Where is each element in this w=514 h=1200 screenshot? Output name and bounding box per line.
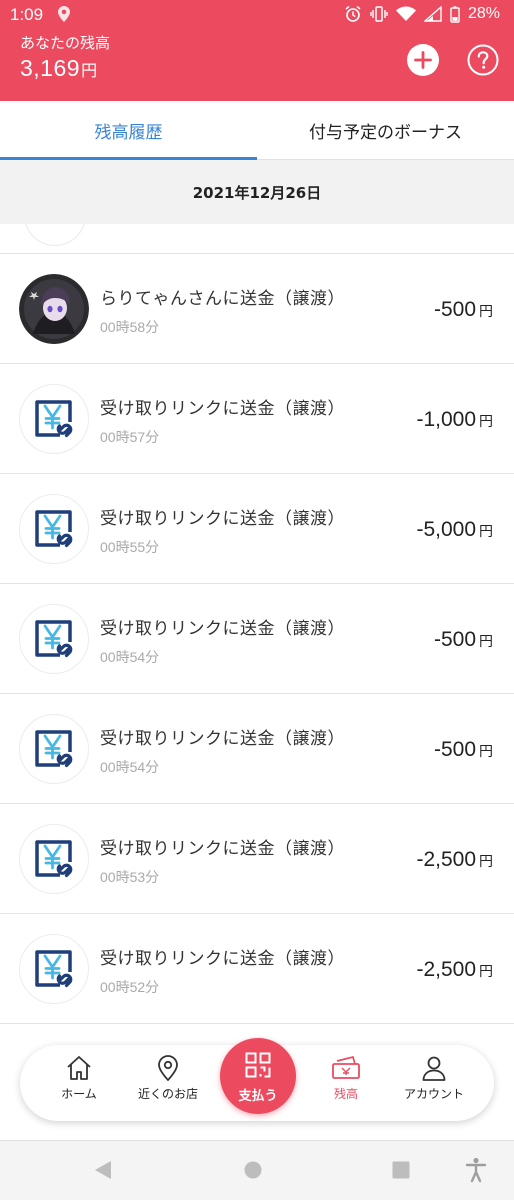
list-item-partial[interactable]	[0, 224, 514, 254]
list-item[interactable]: らりてゃんさんに送金（譲渡） 00時58分 -500 円	[0, 254, 514, 364]
transaction-title: 受け取りリンクに送金（譲渡）	[100, 839, 345, 859]
transaction-time: 00時57分	[100, 429, 160, 445]
transaction-amount: -5,000 円	[416, 518, 493, 542]
amount-unit: 円	[479, 853, 493, 869]
transaction-amount: -500 円	[434, 628, 493, 652]
home-circle-icon[interactable]	[243, 1159, 263, 1181]
transaction-time: 00時53分	[100, 869, 160, 885]
date-heading: 2021年12月26日	[0, 160, 514, 224]
balance-value: 3,169	[20, 55, 81, 81]
status-time: 1:09	[10, 5, 44, 24]
amount-value: -2,500	[416, 848, 476, 871]
system-nav-bar	[0, 1140, 514, 1200]
yen-link-icon	[19, 494, 89, 564]
add-button[interactable]	[407, 44, 439, 76]
yen-link-icon	[19, 714, 89, 784]
balance-amount: 3,169円	[20, 55, 98, 82]
transaction-title: 受け取りリンクに送金（譲渡）	[100, 399, 345, 419]
signal-icon	[423, 6, 442, 22]
amount-value: -5,000	[416, 518, 476, 541]
list-item[interactable]: 受け取りリンクに送金（譲渡） 00時55分 -5,000 円	[0, 474, 514, 584]
user-avatar	[19, 274, 89, 344]
amount-unit: 円	[479, 963, 493, 979]
amount-unit: 円	[479, 743, 493, 759]
nav-account[interactable]: アカウント	[394, 1055, 474, 1102]
transaction-title: 受け取りリンクに送金（譲渡）	[100, 729, 345, 749]
alarm-icon	[345, 5, 361, 22]
wallet-bills-icon	[332, 1055, 360, 1079]
tab-balance-history[interactable]: 残高履歴	[0, 101, 257, 160]
battery-icon	[450, 5, 460, 23]
back-icon[interactable]	[93, 1159, 113, 1181]
help-button[interactable]	[467, 44, 499, 76]
amount-value: -500	[433, 628, 476, 651]
help-icon	[467, 44, 499, 76]
nav-account-label: アカウント	[403, 1087, 464, 1101]
amount-value: -500	[433, 298, 476, 321]
qr-code-icon	[245, 1052, 271, 1078]
transaction-title: 受け取りリンクに送金（譲渡）	[100, 949, 345, 969]
vibrate-icon	[370, 6, 388, 22]
yen-link-icon	[19, 384, 89, 454]
nav-nearby-label: 近くのお店	[137, 1087, 198, 1101]
transaction-list[interactable]: らりてゃんさんに送金（譲渡） 00時58分 -500 円 受け取りリンクに送金（譲…	[0, 224, 514, 1140]
transaction-time: 00時52分	[100, 979, 160, 995]
balance-label: あなたの残高	[20, 34, 111, 52]
location-icon	[58, 6, 70, 26]
transaction-time: 00時55分	[100, 539, 160, 555]
transaction-amount: -2,500 円	[416, 958, 493, 982]
transaction-title: 受け取りリンクに送金（譲渡）	[100, 619, 345, 639]
battery-percent: 28%	[467, 5, 500, 22]
status-bar: 1:09 28%	[0, 0, 514, 30]
amount-value: -500	[433, 738, 476, 761]
recents-icon[interactable]	[391, 1159, 411, 1181]
amount-value: -1,000	[416, 408, 476, 431]
amount-value: -2,500	[416, 958, 476, 981]
home-icon	[67, 1056, 91, 1080]
yen-link-icon	[19, 604, 89, 674]
transaction-amount: -2,500 円	[416, 848, 493, 872]
list-item[interactable]: 受け取りリンクに送金（譲渡） 00時54分 -500 円	[0, 694, 514, 804]
amount-unit: 円	[479, 633, 493, 649]
accessibility-icon[interactable]	[465, 1157, 487, 1183]
list-item[interactable]: 受け取りリンクに送金（譲渡） 00時57分 -1,000 円	[0, 364, 514, 474]
map-pin-icon	[158, 1055, 178, 1081]
list-item[interactable]: 受け取りリンクに送金（譲渡） 00時54分 -500 円	[0, 584, 514, 694]
tab-bar: 残高履歴 付与予定のボーナス	[0, 101, 514, 160]
nav-nearby-stores[interactable]: 近くのお店	[128, 1055, 208, 1102]
nav-balance[interactable]: 残高	[306, 1055, 386, 1102]
tab-scheduled-bonus[interactable]: 付与予定のボーナス	[257, 101, 514, 160]
amount-unit: 円	[479, 413, 493, 429]
transaction-time: 00時54分	[100, 649, 160, 665]
transaction-title: らりてゃんさんに送金（譲渡）	[100, 289, 345, 309]
transaction-amount: -500 円	[434, 298, 493, 322]
nav-balance-label: 残高	[333, 1087, 358, 1101]
balance-unit: 円	[81, 63, 98, 80]
pay-button[interactable]: 支払う	[220, 1038, 296, 1114]
balance-header: 1:09 28% あなたの残高 3,169円	[0, 0, 514, 101]
transaction-time: 00時58分	[100, 319, 160, 335]
wifi-icon	[395, 6, 416, 21]
list-item[interactable]: 受け取りリンクに送金（譲渡） 00時53分 -2,500 円	[0, 804, 514, 914]
status-icons: 28%	[344, 5, 500, 23]
plus-circle-icon	[407, 44, 439, 76]
transaction-title: 受け取りリンクに送金（譲渡）	[100, 509, 345, 529]
amount-unit: 円	[479, 303, 493, 319]
nav-home[interactable]: ホーム	[39, 1055, 119, 1102]
pay-label: 支払う	[238, 1089, 278, 1104]
transaction-amount: -1,000 円	[416, 408, 493, 432]
list-item[interactable]: 受け取りリンクに送金（譲渡） 00時52分 -2,500 円	[0, 914, 514, 1024]
yen-link-icon	[19, 934, 89, 1004]
yen-link-icon	[19, 824, 89, 894]
transaction-amount: -500 円	[434, 738, 493, 762]
nav-home-label: ホーム	[61, 1087, 97, 1101]
user-icon	[422, 1056, 446, 1081]
transaction-time: 00時54分	[100, 759, 160, 775]
amount-unit: 円	[479, 523, 493, 539]
